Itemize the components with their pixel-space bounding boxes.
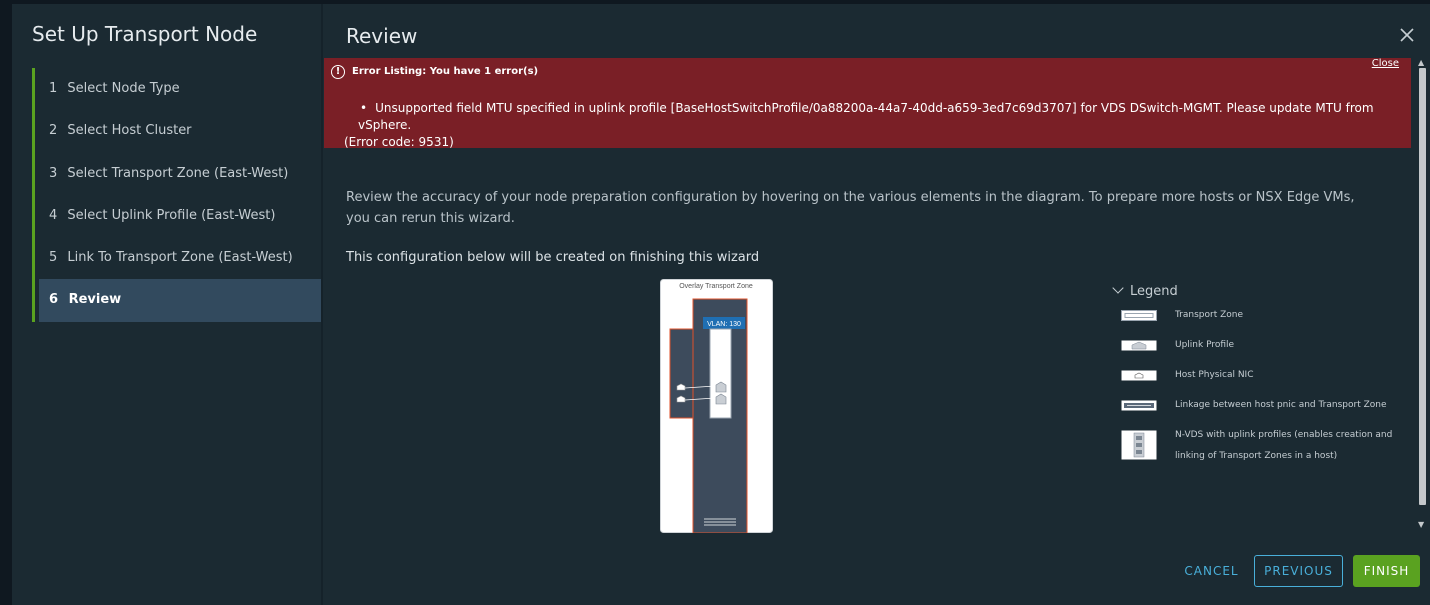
scroll-down-icon[interactable]: ▼ [1418,520,1424,529]
wizard-dialog: Set Up Transport Node 1 Select Node Type… [12,4,1430,605]
step-label: Link To Transport Zone (East-West) [67,250,293,266]
step-select-host-cluster[interactable]: 2 Select Host Cluster [35,110,321,152]
legend-label: N-VDS with uplink profiles (enables crea… [1175,430,1393,440]
vlan-label: VLAN: 130 [707,321,741,328]
step-number: 1 [49,81,58,96]
review-panel: Review ! Error Listing: You have 1 error… [323,4,1430,605]
step-label: Select Host Cluster [67,123,192,139]
host-box [669,328,695,419]
legend-label: Uplink Profile [1175,340,1235,350]
nvds-swatch-icon [1121,430,1157,460]
host-physical-nic-swatch-icon [1121,370,1157,381]
finish-button[interactable]: FINISH [1353,555,1420,587]
step-review[interactable]: 6 Review [39,279,321,322]
step-number: 6 [49,292,59,308]
error-banner: ! Error Listing: You have 1 error(s) Clo… [324,58,1411,151]
chevron-down-icon [1112,282,1124,294]
step-label: Review [68,292,122,308]
step-label: Select Node Type [67,81,180,96]
legend-label: Host Physical NIC [1175,370,1254,380]
legend-label: linking of Transport Zones in a host) [1175,451,1338,461]
step-link-to-transport-zone[interactable]: 5 Link To Transport Zone (East-West) [35,237,321,279]
config-title: This configuration below will be created… [346,250,760,265]
wizard-title: Set Up Transport Node [32,22,258,46]
error-message: • Unsupported field MTU specified in upli… [344,100,1394,151]
page-title: Review [346,24,418,48]
step-number: 3 [49,165,58,181]
close-icon[interactable] [1398,26,1416,44]
scroll-thumb[interactable] [1419,68,1426,505]
vlan-zone-bar [709,328,732,419]
cancel-button[interactable]: CANCEL [1173,555,1250,587]
wizard-sidebar: Set Up Transport Node 1 Select Node Type… [12,4,322,605]
linkage-swatch-icon [1121,400,1157,411]
step-select-node-type[interactable]: 1 Select Node Type [35,68,321,110]
legend: Legend Transport Zone Uplink Profile Hos… [1111,282,1411,461]
error-close-link[interactable]: Close [1372,58,1399,69]
step-number: 2 [49,123,58,139]
error-message-text: Unsupported field MTU specified in uplin… [358,101,1374,132]
error-heading: Error Listing: You have 1 error(s) [352,66,539,77]
step-select-uplink-profile[interactable]: 4 Select Uplink Profile (East-West) [35,195,321,237]
legend-title: Legend [1130,284,1178,299]
legend-toggle[interactable]: Legend [1111,282,1411,299]
review-description: Review the accuracy of your node prepara… [346,190,1355,226]
step-number: 4 [49,207,58,223]
transport-node-diagram[interactable]: Overlay Transport Zone VLAN: 130 [660,279,773,533]
error-icon: ! [331,65,345,79]
legend-label: Linkage between host pnic and Transport … [1175,400,1387,410]
step-select-transport-zone[interactable]: 3 Select Transport Zone (East-West) [35,153,321,195]
legend-label: Transport Zone [1175,310,1244,320]
error-code: (Error code: 9531) [344,135,454,149]
transport-zone-swatch-icon [1121,310,1157,321]
step-label: Select Uplink Profile (East-West) [67,207,276,223]
scrollbar[interactable]: ▲ ▼ [1415,58,1430,533]
uplink-profile-swatch-icon [1121,340,1157,351]
wizard-steps: 1 Select Node Type 2 Select Host Cluster… [32,68,321,322]
scroll-up-icon[interactable]: ▲ [1418,58,1424,67]
wizard-footer: CANCEL PREVIOUS FINISH [323,555,1430,587]
bullet-icon: • [360,101,368,115]
step-label: Select Transport Zone (East-West) [67,165,289,181]
overlay-transport-zone-label: Overlay Transport Zone [679,283,753,290]
step-number: 5 [49,250,58,266]
previous-button[interactable]: PREVIOUS [1254,555,1343,587]
